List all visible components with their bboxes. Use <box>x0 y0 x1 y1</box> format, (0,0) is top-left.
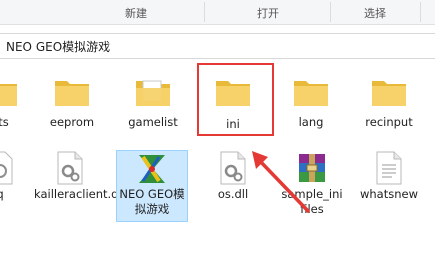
ribbon-separator <box>330 2 331 22</box>
folder-icon <box>294 81 328 106</box>
ribbon-group-open: 打开 <box>257 7 279 20</box>
file-item-kailleraclient[interactable]: kailleraclient.dll <box>34 151 125 221</box>
file-label: whatsnew <box>359 187 418 201</box>
file-label: eeprom <box>49 115 95 129</box>
dll-file-icon <box>0 151 13 185</box>
file-label: kailleraclient.dll <box>34 187 125 201</box>
file-item-gamelist[interactable]: gamelist <box>118 73 188 133</box>
file-label: lang <box>298 115 324 129</box>
file-label: q <box>0 187 35 202</box>
file-label: NEO GEO模拟游戏 <box>119 187 185 216</box>
file-label: ats <box>0 115 9 129</box>
file-label: gamelist <box>128 115 178 129</box>
file-item-whatsnew[interactable]: whatsnew <box>354 151 424 221</box>
text-file-icon <box>376 151 402 185</box>
highlight-box <box>197 63 274 136</box>
file-item-eeprom[interactable]: eeprom <box>37 73 107 133</box>
file-label: recinput <box>365 115 413 129</box>
file-item-recinput[interactable]: recinput <box>354 73 424 133</box>
ribbon-separator <box>204 2 205 22</box>
folder-icon <box>0 84 17 106</box>
file-item-ats[interactable]: ats <box>0 73 35 133</box>
address-bar[interactable]: NEO GEO模拟游戏 <box>0 33 435 59</box>
folder-icon <box>372 81 406 106</box>
file-item-q[interactable]: q <box>0 151 35 221</box>
ribbon-separator <box>420 2 421 22</box>
file-list-pane: ats eeprom gamelist ini lang <box>0 59 435 277</box>
file-item-neogeo-exe[interactable]: NEO GEO模拟游戏 <box>116 151 188 221</box>
file-item-lang[interactable]: lang <box>276 73 346 133</box>
neogeo-app-icon <box>139 155 165 183</box>
folder-with-doc-icon <box>136 80 170 106</box>
dll-file-icon <box>57 151 83 185</box>
folder-icon <box>55 81 89 106</box>
address-path[interactable]: NEO GEO模拟游戏 <box>6 38 110 55</box>
ribbon-bar: 新建 打开 选择 <box>0 0 435 25</box>
annotation-arrow <box>252 151 310 213</box>
ribbon-group-new: 新建 <box>125 7 147 20</box>
ribbon-group-select: 选择 <box>364 7 386 20</box>
